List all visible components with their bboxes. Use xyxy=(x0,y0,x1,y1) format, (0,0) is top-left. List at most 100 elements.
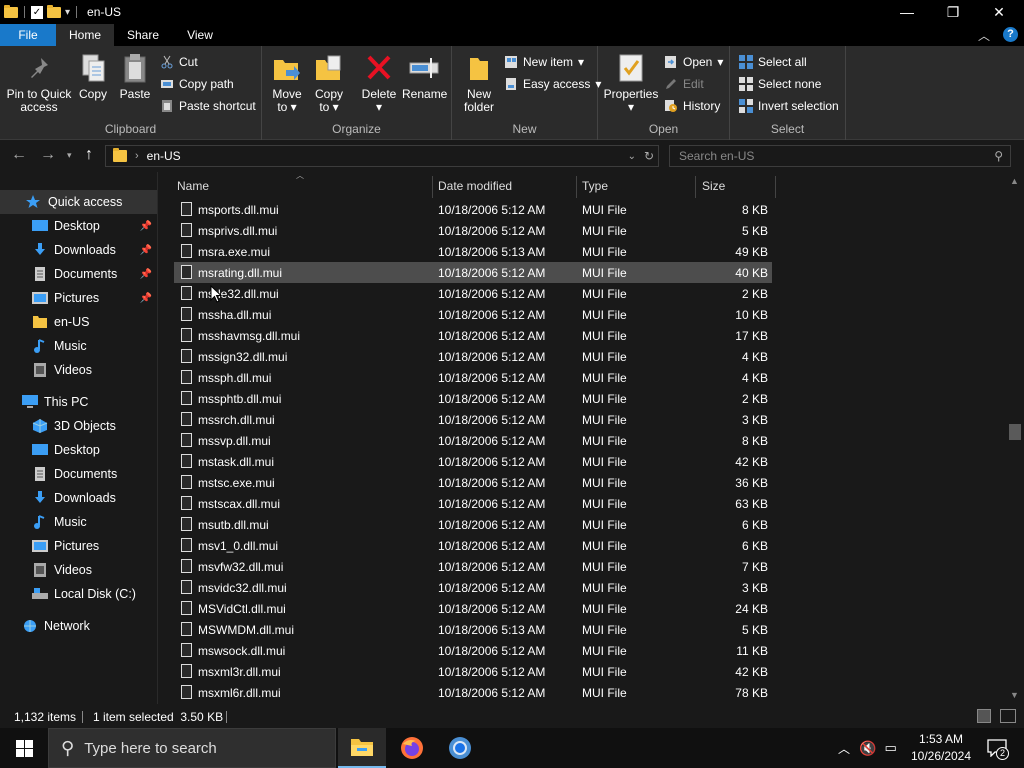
large-icons-view-icon[interactable] xyxy=(1000,709,1016,723)
collapse-ribbon-icon[interactable]: ︿ xyxy=(978,27,990,44)
tab-view[interactable]: View xyxy=(172,24,228,46)
search-input[interactable]: Search en-US ⚲ xyxy=(669,145,1011,167)
table-row[interactable]: mstscax.dll.mui 10/18/2006 5:12 AM MUI Fil… xyxy=(174,493,772,514)
table-row[interactable]: msra.exe.mui 10/18/2006 5:13 AM MUI File 49… xyxy=(174,241,772,262)
tab-file[interactable]: File xyxy=(0,24,56,46)
column-separator[interactable] xyxy=(695,176,696,198)
table-row[interactable]: mssphtb.dll.mui 10/18/2006 5:12 AM MUI Fil… xyxy=(174,388,772,409)
easy-access-button[interactable]: Easy access ▾ xyxy=(504,74,601,94)
nav-item-videos[interactable]: Videos xyxy=(0,358,157,382)
table-row[interactable]: msrating.dll.mui 10/18/2006 5:12 AM MUI Fi… xyxy=(174,262,772,283)
nav-item-music[interactable]: Music xyxy=(0,334,157,358)
pin-to-quick-access-button[interactable]: Pin to Quick access xyxy=(4,52,74,114)
column-separator[interactable] xyxy=(775,176,776,198)
copy-button[interactable]: Copy xyxy=(76,52,110,101)
invert-selection-button[interactable]: Invert selection xyxy=(739,96,839,116)
vertical-scrollbar[interactable]: ▲ ▼ xyxy=(1006,172,1024,704)
new-folder-icon[interactable] xyxy=(47,4,61,18)
nav-pc-item-3d-objects[interactable]: 3D Objects xyxy=(0,414,157,438)
nav-item-en-us[interactable]: en-US xyxy=(0,310,157,334)
properties-icon[interactable]: ✓ xyxy=(31,5,43,19)
nav-pc-item-desktop[interactable]: Desktop xyxy=(0,438,157,462)
customize-toolbar-icon[interactable]: ▾ xyxy=(65,7,70,18)
scroll-up-icon[interactable]: ▲ xyxy=(1010,176,1019,186)
table-row[interactable]: msshavmsg.dll.mui 10/18/2006 5:12 AM MUI F… xyxy=(174,325,772,346)
new-item-button[interactable]: New item ▾ xyxy=(504,52,584,72)
table-row[interactable]: msvfw32.dll.mui 10/18/2006 5:12 AM MUI Fil… xyxy=(174,556,772,577)
column-separator[interactable] xyxy=(576,176,577,198)
table-row[interactable]: msports.dll.mui 10/18/2006 5:12 AM MUI Fil… xyxy=(174,199,772,220)
table-row[interactable]: msv1_0.dll.mui 10/18/2006 5:12 AM MUI File… xyxy=(174,535,772,556)
nav-pc-item-local-disk[interactable]: Local Disk (C:) xyxy=(0,582,157,606)
history-button[interactable]: History xyxy=(664,96,720,116)
clock[interactable]: 1:53 AM 10/26/2024 xyxy=(905,731,977,765)
open-button[interactable]: Open ▾ xyxy=(664,52,723,72)
up-arrow-icon[interactable]: ↑ xyxy=(85,146,93,164)
scroll-down-icon[interactable]: ▼ xyxy=(1010,690,1019,700)
nav-item-desktop[interactable]: Desktop 📌 xyxy=(0,214,157,238)
table-row[interactable]: msprivs.dll.mui 10/18/2006 5:12 AM MUI Fil… xyxy=(174,220,772,241)
move-to-button[interactable]: Move to ▾ xyxy=(268,52,306,114)
delete-dropdown-icon[interactable]: ▾ xyxy=(360,101,398,114)
table-row[interactable]: msxml3r.dll.mui 10/18/2006 5:12 AM MUI Fil… xyxy=(174,661,772,682)
nav-quick-access[interactable]: Quick access xyxy=(0,190,157,214)
close-button[interactable]: ✕ xyxy=(976,0,1022,24)
nav-network[interactable]: Network xyxy=(0,614,157,638)
nav-this-pc[interactable]: This PC xyxy=(0,390,157,414)
taskbar-file-explorer[interactable] xyxy=(338,728,386,768)
new-folder-button[interactable]: New folder xyxy=(460,52,498,114)
nav-pc-item-videos[interactable]: Videos xyxy=(0,558,157,582)
breadcrumb[interactable]: en-US xyxy=(147,149,181,163)
table-row[interactable]: MSWMDM.dll.mui 10/18/2006 5:13 AM MUI File… xyxy=(174,619,772,640)
table-row[interactable]: mssrch.dll.mui 10/18/2006 5:12 AM MUI File… xyxy=(174,409,772,430)
table-row[interactable]: mssph.dll.mui 10/18/2006 5:12 AM MUI File 4… xyxy=(174,367,772,388)
select-all-button[interactable]: Select all xyxy=(739,52,807,72)
notification-center-button[interactable]: 2 xyxy=(982,728,1012,768)
table-row[interactable]: msxml6r.dll.mui 10/18/2006 5:12 AM MUI Fil… xyxy=(174,682,772,703)
scrollbar-thumb[interactable] xyxy=(1009,424,1021,440)
nav-pc-item-music[interactable]: Music xyxy=(0,510,157,534)
cut-button[interactable]: Cut xyxy=(160,52,198,72)
paste-button[interactable]: Paste xyxy=(118,52,152,101)
select-none-button[interactable]: Select none xyxy=(739,74,821,94)
table-row[interactable]: mstask.dll.mui 10/18/2006 5:12 AM MUI File… xyxy=(174,451,772,472)
network-status-icon[interactable]: ▭ xyxy=(884,740,896,756)
column-separator[interactable] xyxy=(432,176,433,198)
nav-item-pictures[interactable]: Pictures 📌 xyxy=(0,286,157,310)
edit-button[interactable]: Edit xyxy=(664,74,704,94)
table-row[interactable]: mssha.dll.mui 10/18/2006 5:12 AM MUI File 1… xyxy=(174,304,772,325)
nav-item-downloads[interactable]: Downloads 📌 xyxy=(0,238,157,262)
maximize-button[interactable]: ❐ xyxy=(930,0,976,24)
column-header-size[interactable]: Size xyxy=(702,172,772,200)
column-header-type[interactable]: Type xyxy=(582,172,692,200)
delete-button[interactable]: Delete ▾ xyxy=(360,52,398,114)
table-row[interactable]: msrle32.dll.mui 10/18/2006 5:12 AM MUI Fil… xyxy=(174,283,772,304)
back-arrow-icon[interactable]: ← xyxy=(11,146,27,164)
nav-pc-item-pictures[interactable]: Pictures xyxy=(0,534,157,558)
taskbar-chrome[interactable] xyxy=(436,728,484,768)
show-hidden-icons-icon[interactable]: ︿ xyxy=(838,740,850,757)
copy-path-button[interactable]: Copy path xyxy=(160,74,234,94)
table-row[interactable]: mssvp.dll.mui 10/18/2006 5:12 AM MUI File 8… xyxy=(174,430,772,451)
recent-locations-icon[interactable]: ▾ xyxy=(67,150,72,161)
column-header-date[interactable]: Date modified xyxy=(438,172,574,200)
address-dropdown-icon[interactable]: ⌄ xyxy=(628,151,636,162)
breadcrumb-separator-icon[interactable]: › xyxy=(135,150,139,162)
forward-arrow-icon[interactable]: → xyxy=(40,146,56,164)
rename-button[interactable]: Rename xyxy=(402,52,447,101)
table-row[interactable]: mswsock.dll.mui 10/18/2006 5:12 AM MUI Fil… xyxy=(174,640,772,661)
table-row[interactable]: mstsc.exe.mui 10/18/2006 5:12 AM MUI File 3… xyxy=(174,472,772,493)
nav-item-documents[interactable]: Documents 📌 xyxy=(0,262,157,286)
tab-share[interactable]: Share xyxy=(114,24,172,46)
properties-dropdown-icon[interactable]: ▾ xyxy=(602,101,660,114)
table-row[interactable]: msutb.dll.mui 10/18/2006 5:12 AM MUI File 6… xyxy=(174,514,772,535)
details-view-icon[interactable] xyxy=(977,709,991,723)
start-button[interactable] xyxy=(0,728,48,768)
table-row[interactable]: MSVidCtl.dll.mui 10/18/2006 5:12 AM MUI Fi… xyxy=(174,598,772,619)
paste-shortcut-button[interactable]: Paste shortcut xyxy=(160,96,256,116)
taskbar-firefox[interactable] xyxy=(388,728,436,768)
refresh-icon[interactable]: ↻ xyxy=(644,149,654,163)
nav-pc-item-downloads[interactable]: Downloads xyxy=(0,486,157,510)
minimize-button[interactable]: — xyxy=(884,0,930,24)
address-bar[interactable]: › en-US ⌄ ↻ xyxy=(105,145,659,167)
